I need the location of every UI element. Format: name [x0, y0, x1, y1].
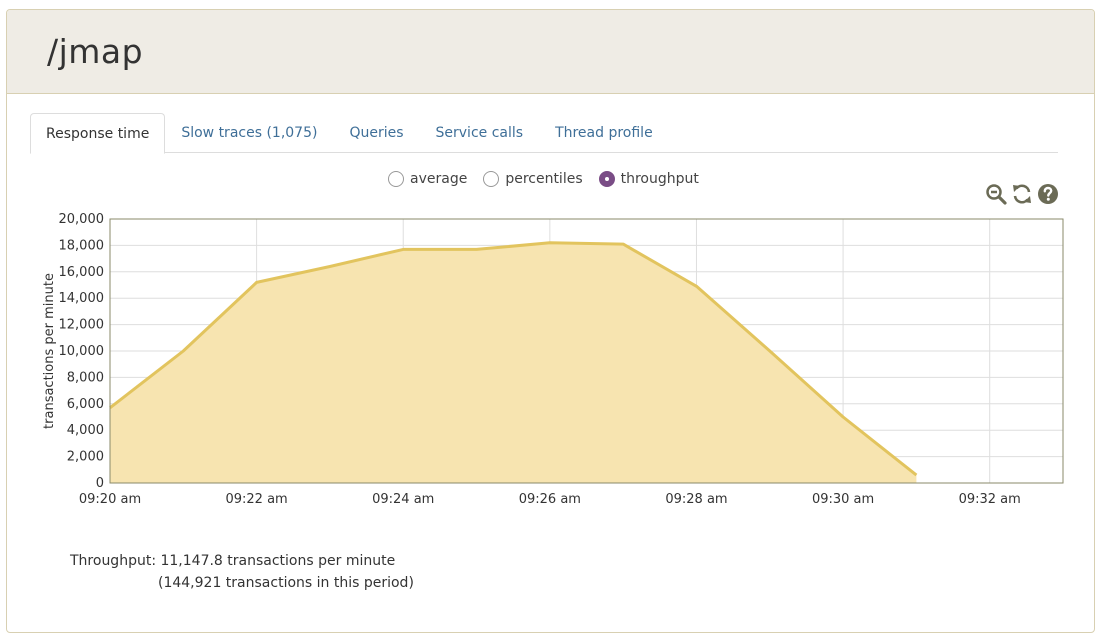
option-throughput[interactable]: throughput — [598, 171, 699, 187]
percentiles-radio[interactable] — [483, 171, 500, 187]
view-options: average percentiles throughput — [388, 171, 715, 187]
option-percentiles[interactable]: percentiles — [483, 171, 583, 187]
average-radio[interactable] — [388, 171, 404, 187]
throughput-area — [110, 242, 917, 483]
throughput-label: throughput — [620, 171, 699, 187]
x-tick-label: 09:22 am — [225, 492, 287, 507]
page-title: /jmap — [47, 32, 144, 71]
throughput-rate: Throughput: 11,147.8 transactions per mi… — [70, 553, 396, 569]
tab-service-calls[interactable]: Service calls — [420, 113, 540, 153]
x-tick-label: 09:20 am — [79, 492, 141, 507]
tab-queries[interactable]: Queries — [333, 113, 419, 153]
tab-response-time[interactable]: Response time — [30, 113, 166, 154]
x-tick-label: 09:26 am — [519, 492, 581, 507]
tab-thread-profile[interactable]: Thread profile — [539, 113, 669, 153]
throughput-chart: 0 2,000 4,000 6,000 8,000 10,000 12,000 14,000 1… — [42, 212, 1064, 507]
x-tick-label: 09:28 am — [665, 492, 727, 507]
y-tick-label: 20,000 — [59, 212, 105, 227]
y-tick-label: 8,000 — [67, 370, 104, 385]
tab-slow-traces[interactable]: Slow traces (1,075) — [165, 113, 333, 153]
y-tick-label: 4,000 — [67, 423, 104, 438]
tab-bar: Response time Slow traces (1,075) Querie… — [30, 113, 1058, 154]
y-tick-label: 14,000 — [59, 291, 105, 306]
y-tick-label: 10,000 — [59, 344, 105, 359]
y-tick-label: 12,000 — [59, 318, 105, 333]
throughput-radio[interactable] — [598, 171, 615, 187]
y-tick-label: 0 — [96, 476, 104, 491]
y-tick-label: 2,000 — [67, 450, 104, 465]
x-tick-label: 09:32 am — [959, 492, 1021, 507]
y-axis-label: transactions per minute — [42, 273, 57, 429]
panel-header: /jmap — [7, 10, 1094, 94]
y-tick-label: 16,000 — [59, 265, 105, 280]
y-axis-ticks: 0 2,000 4,000 6,000 8,000 10,000 12,000 14,000 1… — [59, 212, 105, 491]
y-tick-label: 6,000 — [67, 397, 104, 412]
y-tick-label: 18,000 — [59, 238, 105, 253]
percentiles-label: percentiles — [505, 171, 583, 187]
throughput-summary: Throughput: 11,147.8 transactions per mi… — [70, 550, 414, 594]
x-axis-ticks: 09:20 am 09:22 am 09:24 am 09:26 am 09:28 am… — [79, 492, 1021, 507]
option-average[interactable]: average — [388, 171, 467, 187]
transaction-total: (144,921 transactions in this period) — [158, 575, 414, 591]
average-label: average — [410, 171, 468, 187]
x-tick-label: 09:30 am — [812, 492, 874, 507]
x-tick-label: 09:24 am — [372, 492, 434, 507]
